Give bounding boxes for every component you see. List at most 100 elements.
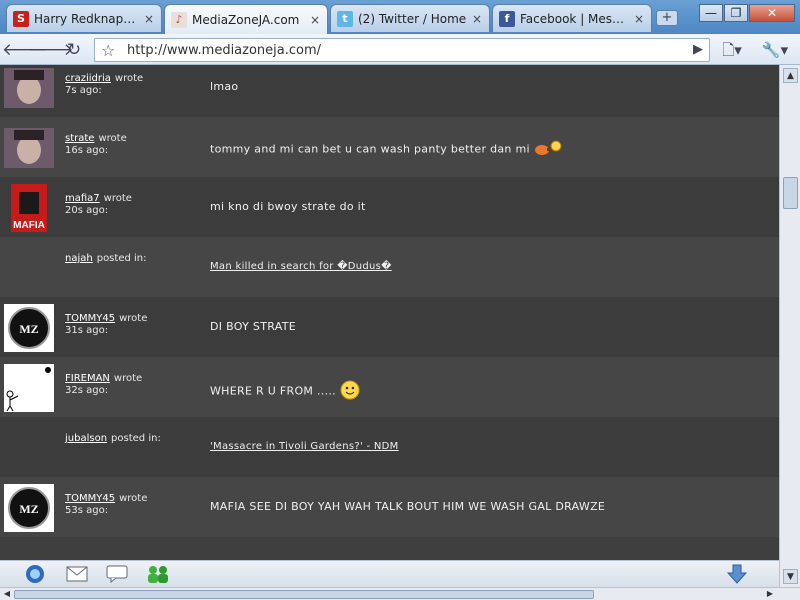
username-link[interactable]: jubalson — [65, 433, 107, 444]
bookmark-star-icon[interactable]: ☆ — [101, 41, 115, 60]
action-label: wrote — [113, 373, 143, 384]
page-menu-icon[interactable]: 🗋▾ — [720, 38, 744, 62]
twitter-bird-icon: t — [337, 10, 353, 27]
username-link[interactable]: craziidria — [65, 73, 111, 84]
message-text: tommy and mi can bet u can wash panty be… — [210, 140, 564, 159]
tab-close-icon[interactable]: × — [143, 12, 155, 26]
tab-twitter[interactable]: t (2) Twitter / Home × — [330, 4, 490, 32]
browser-toolbar: 🡐 🡒 ↻ ☆ http://www.mediazoneja.com/ ▶ 🗋▾… — [0, 34, 800, 65]
action-label: wrote — [98, 133, 127, 144]
address-bar[interactable]: ☆ http://www.mediazoneja.com/ — [94, 38, 710, 62]
feed-item-meta: strate wrote 16s ago: — [65, 133, 127, 157]
tab-title: (2) Twitter / Home — [358, 11, 467, 26]
scroll-left-icon[interactable]: ◀ — [1, 588, 13, 600]
action-label: wrote — [119, 493, 148, 504]
timestamp: 53s ago: — [65, 505, 109, 516]
message-body: MAFIA SEE DI BOY YAH WAH TALK BOUT HIM W… — [210, 500, 606, 513]
chat-bottom-bar — [0, 560, 779, 587]
mz-alliance-avatar[interactable]: MZ — [4, 483, 54, 532]
topic-link[interactable]: Man killed in search for �Dudus� — [210, 261, 392, 272]
action-label: wrote — [119, 313, 148, 324]
timestamp: 31s ago: — [65, 325, 109, 336]
message-text: mi kno di bwoy strate do it — [210, 200, 366, 213]
hscroll-thumb[interactable] — [14, 590, 594, 599]
feed-item-meta: jubalson posted in: — [65, 433, 161, 445]
scroll-up-icon[interactable]: ▲ — [783, 68, 798, 83]
feed-item: najah posted in: Man killed in search for … — [0, 237, 779, 297]
tab-close-icon[interactable]: × — [471, 12, 483, 26]
tab-mediazoneja[interactable]: ♪ MediaZoneJA.com × — [164, 4, 328, 34]
timestamp: 16s ago: — [65, 145, 109, 156]
activity-feed: craziidria wrote 7s ago: lmao strate wrote 16s… — [0, 65, 779, 560]
message-text: DI BOY STRATE — [210, 320, 296, 333]
scroll-right-icon[interactable]: ▶ — [764, 588, 776, 600]
smiley-emoticon-icon — [340, 380, 360, 403]
wrench-menu-icon[interactable]: 🔧▾ — [758, 38, 792, 62]
mediazone-favicon-icon: ♪ — [171, 11, 187, 28]
svg-text:MZ: MZ — [19, 322, 38, 336]
scroll-down-icon[interactable]: ▼ — [783, 569, 798, 584]
message-text: MAFIA SEE DI BOY YAH WAH TALK BOUT HIM W… — [210, 500, 605, 513]
feed-item-meta: craziidria wrote 7s ago: — [65, 73, 143, 97]
tab-title: Facebook | Message... — [520, 11, 629, 26]
vertical-scrollbar[interactable]: ▲ ▼ — [779, 65, 800, 587]
action-label: posted in: — [111, 433, 161, 444]
timestamp: 32s ago: — [65, 385, 109, 396]
topic-link[interactable]: 'Massacre in Tivoli Gardens?' - NDM — [210, 441, 399, 452]
action-label: wrote — [114, 73, 144, 84]
close-window-button[interactable]: ✕ — [749, 4, 795, 22]
tab-facebook[interactable]: f Facebook | Message... × — [492, 4, 652, 32]
feed-item: craziidria wrote 7s ago: lmao — [0, 65, 779, 117]
username-link[interactable]: TOMMY45 — [65, 493, 115, 504]
svg-text:MZ: MZ — [19, 502, 38, 516]
tab-harry-redknapp[interactable]: S Harry Redknapp has... × — [6, 4, 162, 32]
photo-avatar[interactable] — [4, 65, 54, 111]
message-body: WHERE R U FROM ..... — [210, 384, 336, 398]
message-body: 'Massacre in Tivoli Gardens?' - NDM — [210, 441, 399, 452]
username-link[interactable]: mafia7 — [65, 193, 100, 204]
go-icon[interactable]: ▶ — [686, 38, 710, 62]
action-label: posted in: — [96, 253, 147, 264]
comment-icon[interactable] — [106, 564, 128, 584]
message-text: WHERE R U FROM ..... — [210, 380, 360, 403]
tab-title: Harry Redknapp has... — [34, 11, 139, 26]
feed-item-meta: mafia7 wrote 20s ago: — [65, 193, 132, 217]
tab-close-icon[interactable]: × — [309, 13, 321, 27]
feed-item: jubalson posted in: 'Massacre in Tivoli Ga… — [0, 417, 779, 477]
message-body: Man killed in search for �Dudus� — [210, 261, 392, 272]
url-text: http://www.mediazoneja.com/ — [127, 43, 322, 58]
mz-alliance-avatar[interactable]: MZ — [4, 303, 54, 352]
username-link[interactable]: FIREMAN — [65, 373, 110, 384]
timestamp: 20s ago: — [65, 205, 109, 216]
minimize-button[interactable]: — — [699, 4, 723, 22]
photo-avatar[interactable] — [4, 124, 54, 171]
message-body: mi kno di bwoy strate do it — [210, 200, 366, 213]
stickman-avatar[interactable] — [4, 363, 54, 412]
horizontal-scrollbar[interactable]: ◀ ▶ — [0, 587, 800, 600]
scrollbar-thumb[interactable] — [783, 177, 798, 209]
new-tab-button[interactable]: + — [656, 10, 678, 26]
action-label: wrote — [103, 193, 132, 204]
username-link[interactable]: strate — [65, 133, 94, 144]
svg-text:MAFIA: MAFIA — [13, 220, 45, 231]
reload-icon[interactable]: ↻ — [62, 38, 86, 62]
timestamp: 7s ago: — [65, 85, 102, 96]
download-arrow-icon[interactable] — [726, 564, 748, 584]
feed-item: MZ TOMMY45 wrote 53s ago: MAFIA SEE DI BOY Y… — [0, 477, 779, 537]
mafia-avatar[interactable]: MAFIA — [4, 183, 54, 232]
message-body: lmao — [210, 80, 239, 93]
friends-icon[interactable] — [146, 564, 168, 584]
facebook-favicon-icon: f — [499, 10, 515, 27]
chat-bubble-logo-icon[interactable] — [24, 564, 46, 584]
feed-item-meta: TOMMY45 wrote 53s ago: — [65, 493, 147, 517]
maximize-button[interactable]: ❐ — [724, 4, 748, 22]
username-link[interactable]: TOMMY45 — [65, 313, 115, 324]
mail-icon[interactable] — [66, 564, 88, 584]
feed-item-meta: FIREMAN wrote 32s ago: — [65, 373, 142, 397]
forward-icon[interactable]: 🡒 — [28, 38, 74, 62]
tab-strip: S Harry Redknapp has... × ♪ MediaZoneJA.… — [0, 0, 800, 34]
username-link[interactable]: najah — [65, 253, 93, 264]
back-icon[interactable]: 🡐 — [2, 38, 48, 62]
guitar-emoticon-icon — [534, 140, 564, 159]
tab-close-icon[interactable]: × — [633, 12, 645, 26]
